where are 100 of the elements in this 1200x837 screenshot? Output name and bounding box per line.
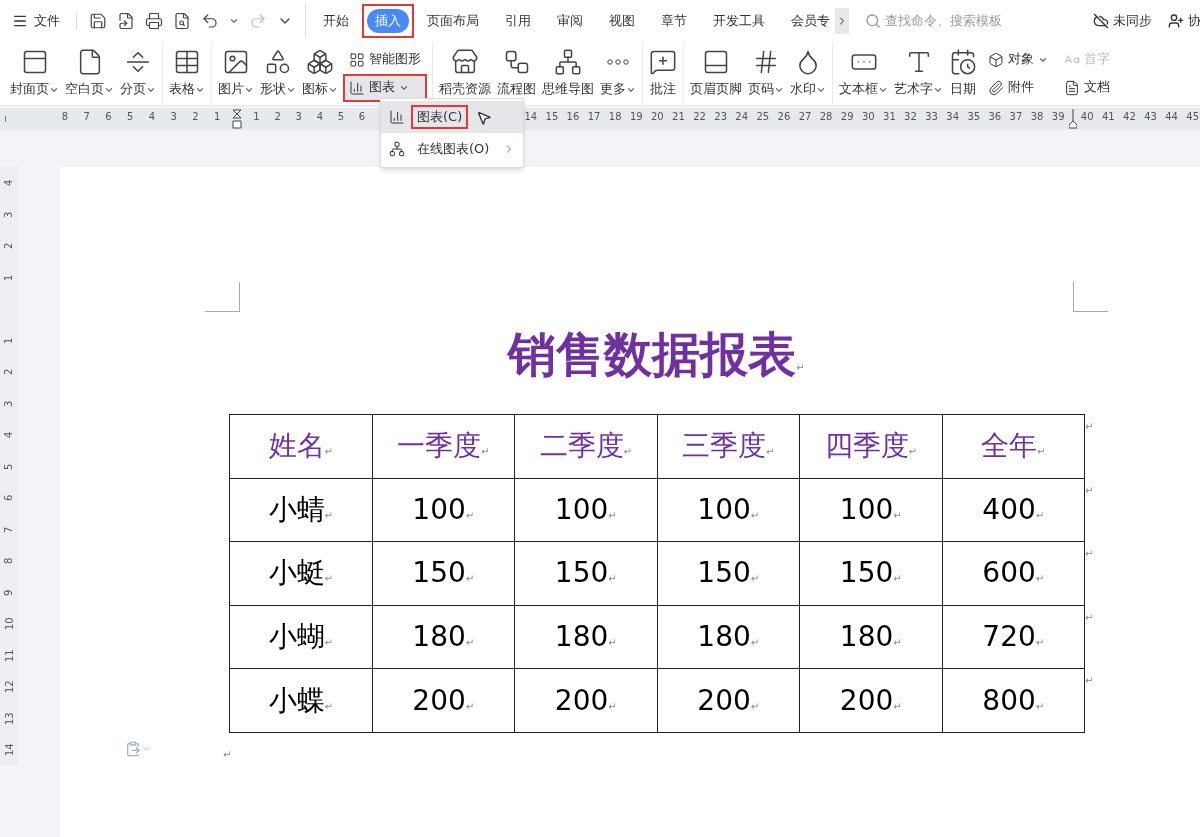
ribbon-tab[interactable]: 会员专: [783, 9, 838, 33]
ribbon-small-button[interactable]: 智能图形: [345, 47, 425, 72]
ruler-number: 5: [125, 110, 135, 124]
ribbon-button[interactable]: 批注: [646, 42, 680, 105]
ruler-number: 3: [2, 211, 16, 218]
attachment-icon: [988, 79, 1004, 96]
ruler-number: 26: [776, 110, 792, 124]
menu-icon: [12, 13, 28, 29]
menu-item[interactable]: 图表(C): [381, 101, 523, 133]
ruler-number: 44: [1164, 110, 1179, 124]
table-cell: 小蜓↵: [229, 541, 372, 606]
ribbon-button[interactable]: 思维导图: [539, 42, 597, 105]
ribbon-button[interactable]: 封面页: [7, 42, 62, 105]
ruler-number: 12: [2, 680, 16, 694]
ruler-number: 24: [734, 110, 750, 124]
table-cell: 100↵: [657, 478, 800, 542]
ribbon-button[interactable]: 形状: [257, 42, 299, 105]
ruler-number: 2: [2, 368, 16, 375]
row-end-mark: ↵: [1085, 483, 1094, 498]
ribbon-tab[interactable]: 审阅: [549, 9, 591, 33]
sync-status[interactable]: 未同步: [1093, 11, 1152, 31]
online-chart-icon: [389, 141, 405, 157]
margin-corner-mark: [205, 282, 240, 312]
table-cell: 二季度↵: [514, 414, 657, 479]
cloud-icon: [1093, 13, 1109, 29]
ribbon-button[interactable]: 页码: [745, 42, 787, 105]
undo-icon[interactable]: [201, 12, 219, 30]
search-icon: [865, 13, 881, 29]
user-add-icon: [1168, 13, 1184, 29]
ribbon-button[interactable]: 艺术字: [891, 42, 946, 105]
ruler-number: 39: [1050, 110, 1066, 124]
ribbon-small-button[interactable]: 对象: [984, 47, 1052, 72]
ruler-number: 6: [2, 494, 16, 501]
ribbon-small-button[interactable]: 文档: [1060, 75, 1114, 100]
table-cell: 小蝶↵: [229, 668, 372, 733]
ruler-number: 10: [2, 617, 16, 631]
ruler-number: 1: [2, 274, 16, 281]
table-cell: 180↵: [514, 605, 657, 669]
ribbon-tab[interactable]: 页面布局: [419, 9, 487, 33]
ribbon-button[interactable]: 文本框: [836, 42, 891, 105]
ruler-number: 4: [2, 431, 16, 438]
scroll-tabs-button[interactable]: [835, 8, 849, 34]
ruler-number: 27: [797, 110, 813, 124]
table-cell: 400↵: [942, 478, 1085, 542]
ribbon-tab[interactable]: 引用: [497, 9, 539, 33]
ribbon-tab[interactable]: 开始: [315, 9, 357, 33]
ribbon-small-button[interactable]: 附件: [984, 75, 1052, 100]
ruler-number: 41: [1100, 110, 1116, 124]
ribbon-button[interactable]: 水印: [787, 42, 829, 105]
ruler-number: 11: [2, 648, 16, 662]
table-cell: 100↵: [799, 478, 942, 542]
ruler-number: 17: [586, 110, 602, 124]
ribbon-button[interactable]: 表格: [166, 42, 208, 105]
comment-icon: [649, 48, 677, 77]
ruler-number: 42: [1122, 110, 1137, 124]
ruler-number: 25: [755, 110, 771, 124]
table-cell: 180↵: [799, 605, 942, 669]
row-end-mark: ↵: [1085, 674, 1094, 689]
export-icon[interactable]: [117, 12, 135, 30]
ribbon-small-button[interactable]: 图表: [345, 75, 425, 100]
ruler-number: 1: [2, 337, 16, 344]
ruler-number: 40: [1079, 110, 1095, 124]
table-cell: 100↵: [514, 478, 657, 542]
ribbon-button[interactable]: 日期: [946, 42, 980, 105]
ribbon-button[interactable]: 空白页: [62, 42, 117, 105]
table-cell: 三季度↵: [657, 414, 800, 479]
ribbon-button[interactable]: 页眉页脚: [687, 42, 745, 105]
ruler-number: 2: [273, 110, 282, 124]
table-cell: 150↵: [657, 541, 800, 606]
ribbon-button[interactable]: 图标: [299, 42, 341, 105]
ribbon-tab[interactable]: 章节: [653, 9, 695, 33]
table-cell: 小蝴↵: [229, 605, 372, 669]
ruler-number: 6: [357, 110, 367, 124]
ruler-number: 30: [860, 110, 876, 124]
ruler-number: 8: [2, 557, 16, 564]
ribbon-button[interactable]: 图片: [215, 42, 257, 105]
paragraph-mark: ↵: [223, 747, 232, 762]
right-indent-marker-icon[interactable]: [1068, 109, 1077, 129]
ribbon-tab[interactable]: 视图: [601, 9, 643, 33]
ruler-number: 3: [169, 110, 178, 124]
search-field[interactable]: 查找命令、搜索模板: [865, 11, 1065, 31]
ruler-number: 4: [2, 179, 16, 186]
ruler-number: 13: [2, 711, 16, 725]
ruler-number: 35: [966, 110, 982, 124]
ruler-number: 8: [60, 110, 70, 124]
print-icon[interactable]: [145, 12, 163, 30]
chart-icon: [349, 79, 365, 96]
file-menu[interactable]: 文件: [12, 11, 60, 31]
save-icon[interactable]: [89, 12, 107, 30]
ruler-number: 31: [882, 110, 897, 124]
ruler-number: 6: [104, 110, 113, 124]
ribbon-button[interactable]: 更多: [597, 42, 639, 105]
ribbon-tab[interactable]: 开发工具: [705, 9, 773, 33]
ruler-number: 21: [671, 110, 686, 124]
ruler-number: 2: [191, 110, 200, 124]
ribbon-button[interactable]: 分页: [117, 42, 159, 105]
print-preview-icon[interactable]: [173, 12, 191, 30]
ruler-number: 43: [1143, 110, 1158, 124]
menu-item[interactable]: 在线图表(O): [381, 133, 523, 165]
ruler-number: 28: [818, 110, 834, 124]
